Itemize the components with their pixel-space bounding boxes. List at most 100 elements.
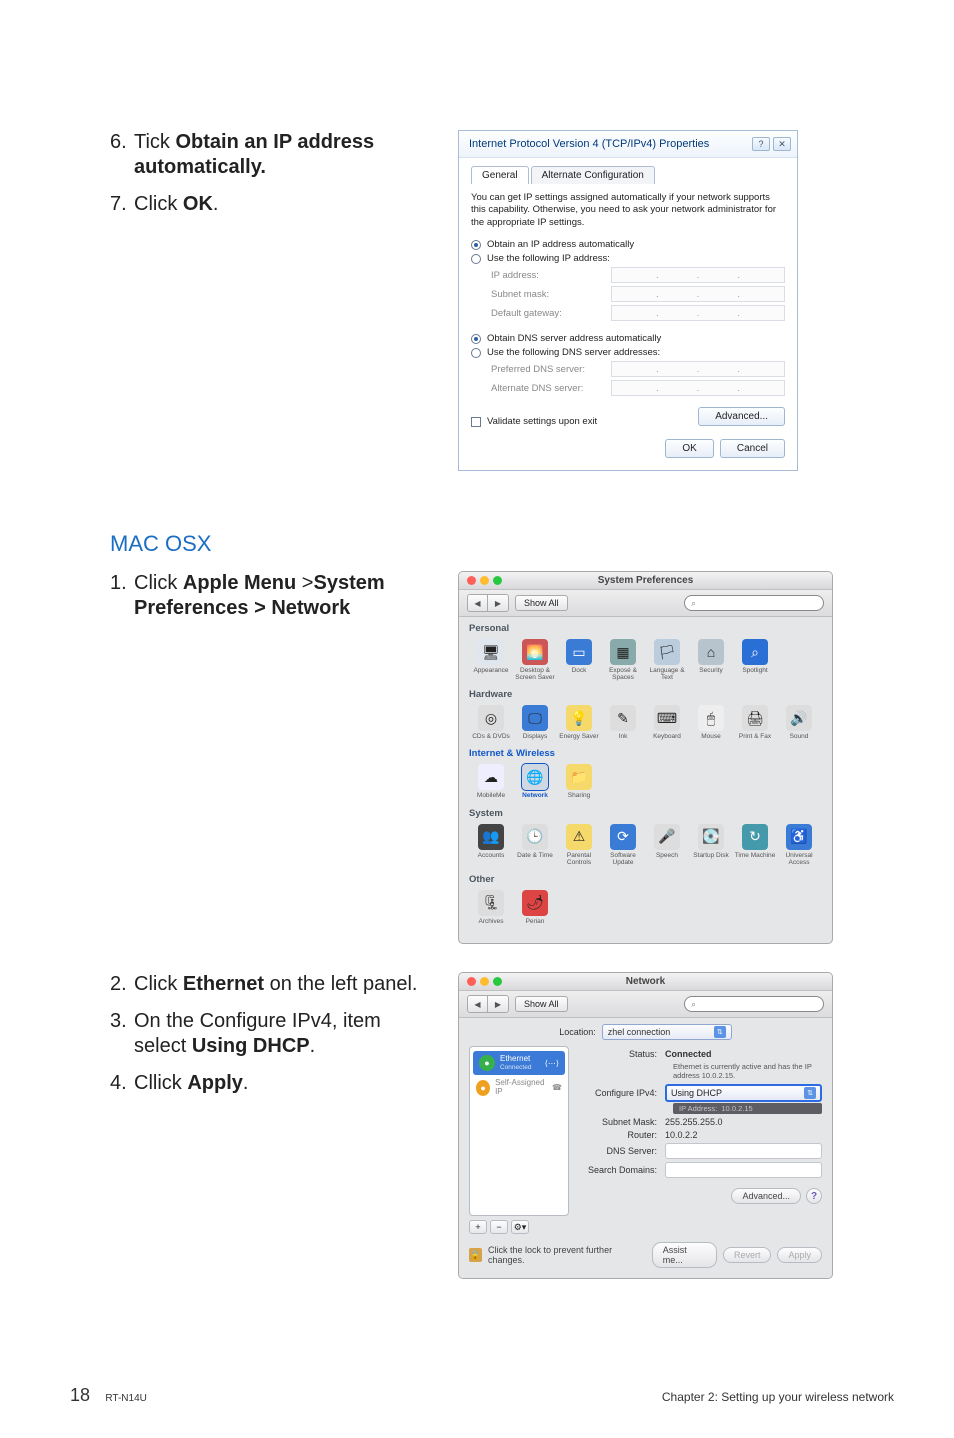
sidebar-item-ethernet[interactable]: ● EthernetConnected ⟨⋯⟩	[473, 1051, 565, 1075]
show-all-button[interactable]: Show All	[515, 595, 568, 611]
window-title: Network	[459, 976, 832, 987]
pref-item[interactable]: 💡Energy Saver	[557, 705, 601, 740]
gear-icon[interactable]: ⚙▾	[511, 1220, 529, 1234]
dialog-description: You can get IP settings assigned automat…	[471, 192, 785, 229]
advanced-button[interactable]: Advanced...	[698, 407, 785, 426]
status-value: Connected	[665, 1049, 712, 1059]
radio-icon	[471, 334, 481, 344]
nav-buttons[interactable]: ◀ ▶	[467, 995, 509, 1013]
pref-item[interactable]: 🗜Archives	[469, 890, 513, 925]
search-domains-input[interactable]	[665, 1162, 822, 1178]
cancel-button[interactable]: Cancel	[720, 439, 785, 458]
pref-item[interactable]: 🖵Displays	[513, 705, 557, 740]
show-all-button[interactable]: Show All	[515, 996, 568, 1012]
radio-use-dns[interactable]: Use the following DNS server addresses:	[471, 347, 785, 358]
search-input[interactable]: ⌕	[684, 996, 824, 1012]
configure-ipv4-select[interactable]: Using DHCP ⇅	[665, 1084, 822, 1102]
network-window: Network ◀ ▶ Show All ⌕ Location: zhel co…	[458, 972, 833, 1279]
router-value: 10.0.2.2	[665, 1130, 698, 1140]
pref-item[interactable]: ▦Exposé & Spaces	[601, 639, 645, 681]
pref-item[interactable]: ◎CDs & DVDs	[469, 705, 513, 740]
dns-label: DNS Server:	[577, 1146, 665, 1156]
pref-item[interactable]: ↻Time Machine	[733, 824, 777, 866]
forward-icon[interactable]: ▶	[488, 996, 508, 1012]
section-hdr-system: System	[469, 808, 822, 819]
mac-osx-heading: MAC OSX	[110, 531, 894, 557]
radio-obtain-ip[interactable]: Obtain an IP address automatically	[471, 239, 785, 250]
step-7: 7. Click OK.	[110, 192, 430, 217]
window-title: System Preferences	[459, 575, 832, 586]
pref-item[interactable]: 🖨Print & Fax	[733, 705, 777, 740]
pref-item[interactable]: 🕒Date & Time	[513, 824, 557, 866]
radio-icon	[471, 254, 481, 264]
pref-item[interactable]: ▭Dock	[557, 639, 601, 681]
help-button-icon[interactable]: ?	[752, 137, 770, 151]
location-select[interactable]: zhel connection ⇅	[602, 1024, 732, 1040]
pref-item[interactable]: 🌶Perian	[513, 890, 557, 925]
model-name: RT-N14U	[105, 1393, 147, 1404]
checkbox-validate[interactable]: Validate settings upon exit	[471, 416, 597, 427]
help-icon[interactable]: ?	[806, 1188, 822, 1204]
nav-buttons[interactable]: ◀ ▶	[467, 594, 509, 612]
radio-use-ip[interactable]: Use the following IP address:	[471, 253, 785, 264]
chevron-updown-icon: ⇅	[804, 1087, 816, 1099]
step-6: 6. Tick Obtain an IP address automatical…	[110, 130, 430, 180]
pref-item[interactable]: ⚠Parental Controls	[557, 824, 601, 866]
dns-input[interactable]	[665, 1143, 822, 1159]
add-button[interactable]: +	[469, 1220, 487, 1234]
page-footer: 18 RT-N14U Chapter 2: Setting up your wi…	[70, 1385, 894, 1406]
step-b4: 4. Cllick Apply.	[110, 1071, 430, 1096]
pref-item[interactable]: 🖱Mouse	[689, 705, 733, 740]
pref-item[interactable]: 🌅Desktop & Screen Saver	[513, 639, 557, 681]
ok-button[interactable]: OK	[665, 439, 713, 458]
chapter-title: Chapter 2: Setting up your wireless netw…	[662, 1390, 894, 1404]
pref-item[interactable]: 🔊Sound	[777, 705, 821, 740]
forward-icon[interactable]: ▶	[488, 595, 508, 611]
page-number: 18	[70, 1385, 90, 1405]
configure-label: Configure IPv4:	[577, 1088, 665, 1098]
pref-item[interactable]: ⟳Software Update	[601, 824, 645, 866]
pref-item[interactable]: ⌂Security	[689, 639, 733, 681]
pref-item-network[interactable]: 🌐Network	[513, 764, 557, 799]
pref-item[interactable]: ☁MobileMe	[469, 764, 513, 799]
radio-obtain-dns[interactable]: Obtain DNS server address automatically	[471, 333, 785, 344]
status-dot-icon: ●	[476, 1080, 490, 1096]
pref-item[interactable]: 💽Startup Disk	[689, 824, 733, 866]
tab-general[interactable]: General	[471, 166, 529, 184]
sidebar-item-selfip[interactable]: ● Self-Assigned IP ☎	[470, 1075, 568, 1101]
close-icon[interactable]: ✕	[773, 137, 791, 151]
pref-item[interactable]: ⌨Keyboard	[645, 705, 689, 740]
pref-item[interactable]: 🖥Appearance	[469, 639, 513, 681]
pref-item[interactable]: ⌕Spotlight	[733, 639, 777, 681]
pref-item[interactable]: 📁Sharing	[557, 764, 601, 799]
pref-item[interactable]: 👥Accounts	[469, 824, 513, 866]
subnet-label: Subnet Mask:	[577, 1117, 665, 1127]
back-icon[interactable]: ◀	[468, 595, 488, 611]
radio-icon	[471, 240, 481, 250]
revert-button[interactable]: Revert	[723, 1247, 772, 1263]
tab-alternate-config[interactable]: Alternate Configuration	[531, 166, 655, 184]
status-subtext: Ethernet is currently active and has the…	[673, 1062, 822, 1080]
ethernet-port-icon: ⟨⋯⟩	[545, 1059, 559, 1068]
pref-item[interactable]: 🎤Speech	[645, 824, 689, 866]
back-icon[interactable]: ◀	[468, 996, 488, 1012]
search-input[interactable]: ⌕	[684, 595, 824, 611]
status-label: Status:	[577, 1049, 665, 1059]
network-sidebar: ● EthernetConnected ⟨⋯⟩ ● Self-Assigned …	[469, 1046, 569, 1216]
pref-item[interactable]: ✎Ink	[601, 705, 645, 740]
field-alternate-dns: Alternate DNS server:...	[491, 380, 785, 396]
step-b1: 1. Click Apple Menu >System Preferences …	[110, 571, 430, 621]
lock-icon[interactable]: 🔒	[469, 1248, 482, 1262]
section-hdr-personal: Personal	[469, 623, 822, 634]
pref-item[interactable]: 🏳Language & Text	[645, 639, 689, 681]
remove-button[interactable]: −	[490, 1220, 508, 1234]
search-icon: ⌕	[691, 598, 696, 609]
phone-icon: ☎	[552, 1083, 562, 1092]
apply-button[interactable]: Apply	[777, 1247, 822, 1263]
step-b3: 3. On the Configure IPv4, item select Us…	[110, 1009, 430, 1059]
advanced-button[interactable]: Advanced...	[731, 1188, 801, 1204]
radio-icon	[471, 348, 481, 358]
assist-button[interactable]: Assist me...	[652, 1242, 717, 1268]
pref-item[interactable]: ♿Universal Access	[777, 824, 821, 866]
chevron-updown-icon: ⇅	[714, 1026, 726, 1038]
